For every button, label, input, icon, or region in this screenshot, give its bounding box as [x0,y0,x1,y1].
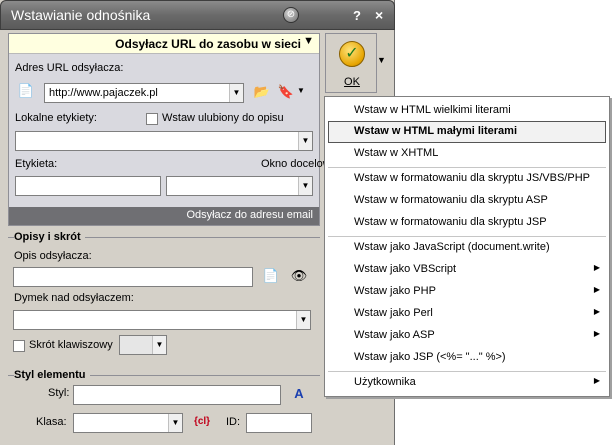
ok-button[interactable]: ✓ OK [325,33,377,93]
menu-item-label: Wstaw jako PHP [354,285,436,297]
fav-checkbox-label: Wstaw ulubiony do opisu [162,112,284,124]
id-label: ID: [226,416,241,428]
link-type-selector[interactable]: Odsyłacz URL do zasobu w sieci ▼ [9,34,319,54]
style-input[interactable] [73,385,281,405]
url-value: http://www.pajaczek.pl [49,87,158,99]
menu-item-xhtml[interactable]: Wstaw w XHTML [328,143,606,165]
class-select[interactable]: ▼ [73,413,183,433]
menu-item-label: Wstaw jako JavaScript (document.write) [354,241,550,253]
desc-section-heading: Opisy i skrót [14,231,85,243]
help-button[interactable]: ? [353,8,361,23]
chevron-down-icon: ▼ [303,35,314,47]
menu-item-asp[interactable]: Wstaw jako ASP ▶ [328,325,606,347]
pin-icon[interactable]: ⊘ [283,7,299,23]
menu-item-javascript[interactable]: Wstaw jako JavaScript (document.write) [328,237,606,259]
tooltip-label: Dymek nad odsyłaczem: [14,292,134,304]
menu-item-label: Wstaw jako Perl [354,307,433,319]
ok-label: OK [344,76,360,88]
menu-item-label: Wstaw w HTML małymi literami [354,125,518,137]
menu-item-label: Wstaw jako VBScript [354,263,457,275]
menu-item-asp-format[interactable]: Wstaw w formatowaniu dla skryptu ASP [328,190,606,212]
menu-item-label: Wstaw w XHTML [354,147,439,159]
menu-item-label: Użytkownika [354,376,416,388]
submenu-arrow-icon: ▶ [593,376,600,385]
submenu-arrow-icon: ▶ [593,263,600,272]
title-bar[interactable]: Wstawianie odnośnika ⊘ ? × [0,0,395,30]
font-style-icon[interactable]: A [290,385,308,403]
css-class-icon[interactable]: {cl} [193,413,211,431]
insert-file-icon[interactable]: 📄 [262,267,280,285]
tag-input[interactable] [15,176,161,196]
chevron-down-icon[interactable]: ▼ [168,414,182,432]
menu-item-label: Wstaw w formatowaniu dla skryptu ASP [354,194,548,206]
target-select[interactable]: ▼ [166,176,313,196]
chevron-down-icon[interactable]: ▼ [152,336,166,354]
shortcut-label: Skrót klawiszowy [29,339,113,351]
menu-item-perl[interactable]: Wstaw jako Perl ▶ [328,303,606,325]
local-tags-label: Lokalne etykiety: [15,112,97,124]
class-label: Klasa: [36,416,67,428]
fav-checkbox[interactable] [146,113,158,125]
shortcut-select[interactable]: ▼ [119,335,167,355]
menu-item-jsp-format[interactable]: Wstaw w formatowaniu dla skryptu JSP [328,212,606,234]
window-title: Wstawianie odnośnika [11,7,151,23]
menu-item-label: Wstaw jako ASP [354,329,435,341]
menu-item-label: Wstaw w formatowaniu dla skryptu JS/VBS/… [354,172,590,184]
folder-open-icon[interactable]: 📂 [253,83,271,101]
insert-mode-menu: Wstaw w HTML wielkimi literami Wstaw w H… [324,96,610,397]
tag-label: Etykieta: [15,158,58,170]
checkmark-icon: ✓ [339,41,365,67]
desc-input[interactable] [13,267,253,287]
url-field[interactable]: http://www.pajaczek.pl ▼ [44,83,244,103]
menu-item-jsp[interactable]: Wstaw jako JSP (<%= "..." %>) [328,347,606,369]
menu-item-html-upper[interactable]: Wstaw w HTML wielkimi literami [328,100,606,122]
tooltip-select[interactable]: ▼ [13,310,311,330]
bookmark-icon[interactable]: 🔖 [277,83,295,101]
menu-item-label: Wstaw w formatowaniu dla skryptu JSP [354,216,547,228]
menu-item-php[interactable]: Wstaw jako PHP ▶ [328,281,606,303]
chevron-down-icon[interactable]: ▼ [297,86,305,95]
email-link-button[interactable]: Odsyłacz do adresu email [9,207,319,225]
id-input[interactable] [246,413,312,433]
style-section-heading: Styl elementu [14,369,90,381]
submenu-arrow-icon: ▶ [593,329,600,338]
chevron-down-icon[interactable]: ▼ [296,311,310,329]
style-label: Styl: [48,387,70,399]
submenu-arrow-icon: ▶ [593,285,600,294]
url-label: Adres URL odsyłacza: [15,62,124,74]
submenu-arrow-icon: ▶ [593,307,600,316]
local-tags-select[interactable]: ▼ [15,131,313,151]
menu-item-js-vbs-php[interactable]: Wstaw w formatowaniu dla skryptu JS/VBS/… [328,168,606,190]
chevron-down-icon[interactable]: ▼ [298,177,312,195]
link-type-label: Odsyłacz URL do zasobu w sieci [115,37,301,51]
insert-file-icon[interactable]: 📄 [17,82,35,100]
ok-menu-arrow-icon[interactable]: ▼ [377,55,386,65]
shortcut-checkbox[interactable] [13,340,25,352]
chevron-down-icon[interactable]: ▼ [298,132,312,150]
menu-item-label: Wstaw w HTML wielkimi literami [354,104,511,116]
menu-item-label: Wstaw jako JSP (<%= "..." %>) [354,351,506,363]
desc-label: Opis odsyłacza: [14,250,92,262]
chevron-down-icon[interactable]: ▼ [229,84,243,102]
menu-item-user[interactable]: Użytkownika ▶ [328,372,606,394]
menu-item-vbscript[interactable]: Wstaw jako VBScript ▶ [328,259,606,281]
close-button[interactable]: × [375,7,383,23]
link-panel: Odsyłacz URL do zasobu w sieci ▼ Adres U… [8,33,340,226]
preview-eye-icon[interactable]: 👁 [290,267,308,285]
menu-item-html-lower[interactable]: Wstaw w HTML małymi literami [328,121,606,143]
